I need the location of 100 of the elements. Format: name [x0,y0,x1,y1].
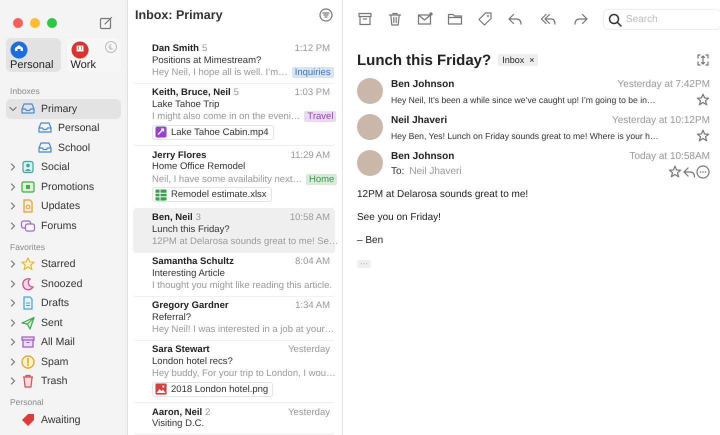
message-subject: Lunch this Friday? [152,224,231,236]
avatar [357,150,383,176]
attachment-chip[interactable]: Lake Tahoe Cabin.mp4 [152,124,274,140]
message-row[interactable]: Samantha Schultz 8:04 AM Interesting Article I thought you might like reading this article. [133,252,335,296]
star-icon[interactable] [668,164,682,178]
remove-label-button[interactable]: × [529,55,534,65]
moon-icon [105,41,117,53]
chevron-right-icon[interactable] [9,318,17,327]
chevron-right-icon[interactable] [9,338,17,346]
forward-button[interactable] [573,11,589,27]
sidebar-item[interactable]: Starred [6,254,121,274]
message-row[interactable]: Keith, Bruce, Neil 5 1:03 PM Lake Tahoe Trip I might also come in on the eveni… Travel Lake Tahoe Cabin.mp4 [133,84,335,146]
message-row[interactable]: Gregory Gardner 1:34 AM Referral? Hey Neil! I was interested in a job at your… [133,296,335,340]
sender-name: Aaron, Neil [152,406,202,418]
sidebar-item[interactable]: Drafts [6,294,121,313]
chevron-right-icon[interactable] [9,260,17,268]
sidebar-item[interactable]: Updates [6,196,121,216]
archive-button[interactable] [357,11,373,27]
trash-button[interactable] [387,11,403,27]
close-window-button[interactable] [13,18,23,28]
body-text: 12PM at Delarosa sounds great to me! [357,189,530,200]
sender-name: Gregory Gardner [152,300,229,311]
message-preview: I thought you might like reading this article. [152,280,332,291]
sidebar-item[interactable]: School [6,138,121,158]
attachment-chip[interactable]: 2018 London hotel.png [152,382,274,396]
account-tab[interactable]: Work [66,38,121,72]
sender-name: Ben, Neil [152,212,193,223]
message-preview: Hey buddy, For your trip to London, I wou… [152,368,336,379]
sidebar-item[interactable]: Social [6,158,121,177]
message-preview: Neil, I have some availability next… [152,174,302,184]
spreadsheet-icon [155,188,167,200]
message-subject: Interesting Article [152,268,226,280]
sender-name: Neil Jhaveri [391,115,448,126]
message-preview: Hey Neil, I hope all is well. I’m… [152,67,288,78]
message-time: 1:12 PM [294,43,330,54]
reply-icon[interactable] [682,164,696,178]
message-subject: Lake Tahoe Trip [152,98,220,110]
chevron-right-icon[interactable] [9,280,17,288]
label-text: Inbox [502,55,524,65]
sender-name: Jerry Flores [152,150,206,160]
chevron-right-icon[interactable] [9,222,17,230]
paper-plane-icon [20,314,36,331]
sidebar-item[interactable]: Snoozed [6,274,121,294]
message-subject: Visiting D.C. [152,418,206,430]
chevron-right-icon[interactable] [9,299,17,308]
recipient-label: To: [391,166,404,177]
star-icon[interactable] [696,92,710,106]
sidebar-item[interactable]: Awaiting [6,410,121,430]
message-row[interactable]: Dan Smith 5 1:12 PM Positions at Mimestream? Hey Neil, I hope all is well. I’m… Inquiries [133,40,335,84]
chevron-right-icon[interactable] [9,182,17,191]
folder-button[interactable] [447,11,463,27]
chevron-down-icon[interactable] [9,104,17,113]
chevron-right-icon[interactable] [9,163,17,172]
sender-name: Sara Stewart [152,344,210,355]
star-icon[interactable] [696,128,710,142]
message-time: 11:29 AM [290,150,330,160]
category-tag: Travel [304,111,336,122]
message-preview: Hey Ben, Yes! Lunch on Friday sounds great to me! Where is your h… [391,130,659,140]
building-icon [70,41,88,59]
reply-all-icon [540,11,556,27]
sidebar-item[interactable]: All Mail [6,332,121,352]
tag-button[interactable] [477,11,493,27]
search-icon [608,12,622,26]
tag-icon [20,412,36,428]
message-count: 5 [202,43,208,54]
sidebar-item[interactable]: Promotions [6,177,121,196]
message-subject: Positions at Mimestream? [152,54,262,66]
reply-button[interactable] [507,11,523,27]
message-row[interactable]: Sara Stewart Yesterday London hotel recs? Hey buddy, For your trip to London, I wou… 2018 London hotel.png [133,340,335,403]
sidebar-item[interactable]: Sent [6,313,121,332]
envelope-button[interactable] [417,11,433,27]
more-icon[interactable] [696,164,710,178]
attachment-chip[interactable]: Remodel estimate.xlsx [152,187,272,202]
message-time: 1:34 AM [295,300,330,311]
moon-icon [20,276,36,292]
sidebar-item[interactable]: Personal [6,118,121,138]
sidebar-item[interactable]: Forums [6,216,121,236]
sender-name: Ben Johnson [391,151,454,162]
image-file-icon [155,383,167,395]
filter-icon[interactable] [319,8,333,22]
chevron-right-icon[interactable] [9,202,17,210]
chevron-right-icon[interactable] [9,358,17,366]
message-row[interactable]: Ben, Neil 3 10:58 AM Lunch this Friday? 12PM at Delarosa sounds great to me! Se… [133,208,335,252]
sidebar-item[interactable]: Trash [6,372,121,391]
sidebar-item[interactable]: Primary [6,99,121,118]
sidebar-item[interactable]: Spam [6,352,121,372]
section-heading: Favorites [9,240,46,254]
avatar [357,78,383,104]
chevron-right-icon[interactable] [9,377,17,386]
reply-all-button[interactable] [540,11,556,27]
archive-icon [357,11,373,27]
search-field[interactable]: Search [603,8,720,30]
compose-icon[interactable] [99,16,113,30]
account-tab[interactable]: Personal [6,38,60,72]
message-count: 3 [196,212,201,223]
trash-icon [20,373,36,390]
sender-name: Samantha Schultz [152,256,234,267]
expand-icon[interactable] [696,53,710,67]
recipient-name: Neil Jhaveri [409,166,462,177]
message-row[interactable]: Aaron, Neil 2 Yesterday Visiting D.C. [133,403,335,435]
